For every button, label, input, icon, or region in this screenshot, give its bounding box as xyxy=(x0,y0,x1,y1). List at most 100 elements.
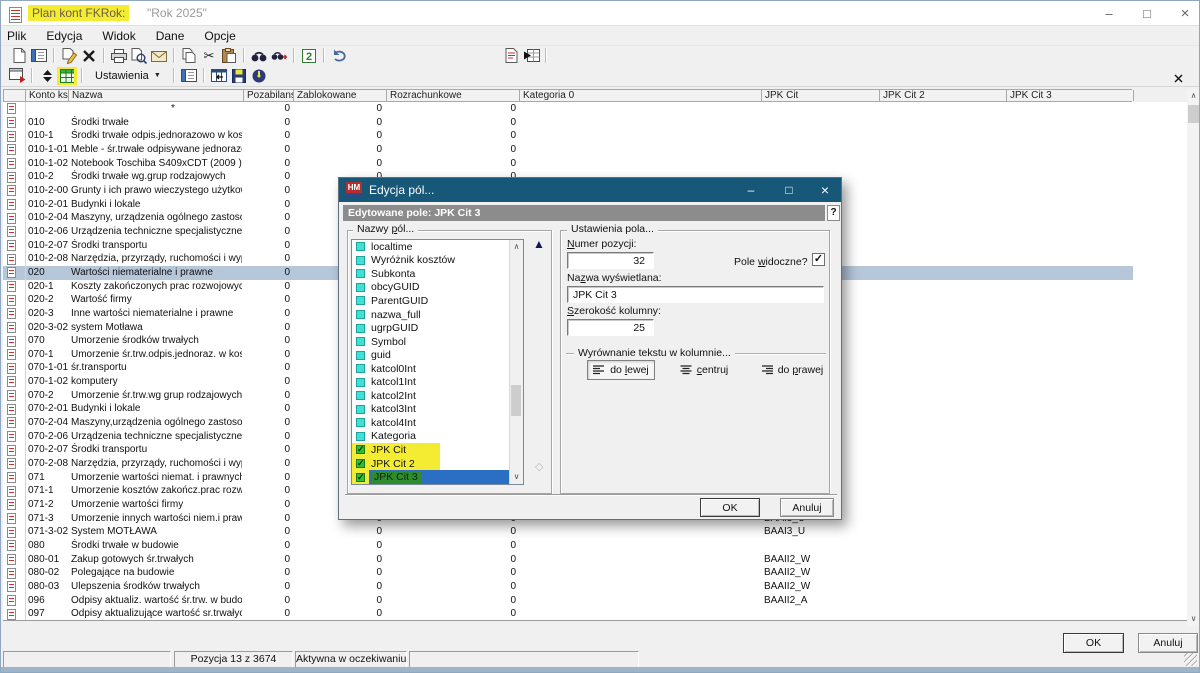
delete-button[interactable] xyxy=(79,47,99,65)
table-row[interactable]: 097 Odpisy aktualizujące wartość sr.trwa… xyxy=(3,607,1133,621)
dialog-close-icon[interactable] xyxy=(813,182,837,198)
close-panel-button[interactable] xyxy=(1174,70,1183,88)
menu-edycja[interactable]: Edycja xyxy=(36,29,92,43)
table-row[interactable]: 080-01 Zakup gotowych śr.trwałych 0 0 0 … xyxy=(3,553,1133,567)
field-list-item[interactable]: katcol4Int xyxy=(352,416,523,430)
scroll-up-icon[interactable] xyxy=(1187,89,1200,103)
new-document-button[interactable] xyxy=(9,47,29,65)
resize-grip[interactable] xyxy=(1184,653,1197,666)
excel-export-button[interactable]: 2 xyxy=(299,47,319,65)
form-run-button[interactable] xyxy=(7,67,27,85)
move-field-up-icon[interactable]: ▲ xyxy=(533,237,545,251)
field-list-item[interactable]: guid xyxy=(352,348,523,362)
close-icon[interactable] xyxy=(1171,4,1199,23)
paste-button[interactable] xyxy=(219,47,239,65)
dialog-maximize-icon[interactable] xyxy=(777,182,801,198)
menu-opcje[interactable]: Opcje xyxy=(194,29,245,43)
dialog-minimize-icon[interactable] xyxy=(739,182,763,198)
scroll-down-icon[interactable] xyxy=(1187,612,1200,626)
column-header-jpk-cit-3[interactable]: JPK Cit 3 xyxy=(1007,90,1134,101)
help-button[interactable]: ? xyxy=(827,205,840,221)
field-list-item[interactable]: Wyróżnik kosztów xyxy=(352,254,523,268)
field-list-item[interactable]: ParentGUID xyxy=(352,294,523,308)
column-header-icon[interactable] xyxy=(4,90,26,101)
menu-plik[interactable]: Plik xyxy=(7,29,36,43)
scrollbar-thumb[interactable] xyxy=(511,385,521,416)
table-row[interactable]: 080 Środki trwałe w budowie 0 0 0 xyxy=(3,539,1133,553)
table-vertical-scrollbar[interactable] xyxy=(1187,89,1200,626)
column-header-zablokowane[interactable]: Zablokowane xyxy=(294,90,387,101)
column-header-konto-ksi-[interactable]: Konto ksi...▽ xyxy=(26,90,69,101)
align-right-button[interactable]: do prawej xyxy=(760,360,824,380)
position-input[interactable] xyxy=(567,252,654,269)
field-list-item[interactable]: Kategoria xyxy=(352,430,523,444)
find-next-button[interactable] xyxy=(269,47,289,65)
move-field-down-icon[interactable]: ◇ xyxy=(535,460,543,473)
field-list-item[interactable]: katcol0Int xyxy=(352,362,523,376)
dialog-ok-button[interactable]: OK xyxy=(700,498,760,517)
table-row[interactable]: 010-1-01 Meble - śr.trwałe odpisywane je… xyxy=(3,143,1133,157)
column-width-input[interactable] xyxy=(567,319,654,336)
table-row[interactable]: 010-1-02 Notebook Toschiba S409xCDT (200… xyxy=(3,157,1133,171)
field-list-item[interactable]: katcol2Int xyxy=(352,389,523,403)
send-mail-button[interactable] xyxy=(149,47,169,65)
properties-button[interactable] xyxy=(29,47,49,65)
menu-dane[interactable]: Dane xyxy=(146,29,195,43)
maximize-icon[interactable] xyxy=(1133,4,1161,23)
display-name-input[interactable] xyxy=(567,286,824,303)
field-list-item[interactable]: nazwa_full xyxy=(352,308,523,322)
field-list-item[interactable]: Subkonta xyxy=(352,267,523,281)
visible-checkbox[interactable] xyxy=(812,253,825,266)
undo-button[interactable] xyxy=(329,47,349,65)
choose-columns-button[interactable] xyxy=(57,67,77,85)
table-row[interactable]: 096 Odpisy aktualiz. wartość śr.trw. w b… xyxy=(3,594,1133,608)
align-left-button[interactable]: do lewej xyxy=(587,360,655,380)
table-start-button[interactable] xyxy=(249,67,269,85)
column-header-rozrachunkowe[interactable]: Rozrachunkowe xyxy=(387,90,520,101)
scrollbar-thumb[interactable] xyxy=(1188,105,1199,123)
table-row[interactable]: 080-03 Ulepszenia środków trwałych 0 0 0… xyxy=(3,580,1133,594)
print-button[interactable] xyxy=(109,47,129,65)
print-preview-button[interactable] xyxy=(129,47,149,65)
table-row[interactable]: * 0 0 0 xyxy=(3,102,1133,116)
field-list-item[interactable]: JPK Cit 2 xyxy=(352,457,523,471)
view-properties-button[interactable] xyxy=(179,67,199,85)
column-header-jpk-cit[interactable]: JPK Cit xyxy=(762,90,880,101)
table-row[interactable]: 010 Środki trwałe 0 0 0 xyxy=(3,116,1133,130)
field-list-item[interactable]: JPK Cit 3 xyxy=(352,470,523,484)
minimize-icon[interactable] xyxy=(1095,4,1123,23)
table-row[interactable]: 010-1 Środki trwałe odpis.jednorazowo w … xyxy=(3,129,1133,143)
menu-widok[interactable]: Widok xyxy=(92,29,145,43)
find-button[interactable] xyxy=(249,47,269,65)
align-center-button[interactable]: centruj xyxy=(678,360,730,380)
field-list-item[interactable]: Symbol xyxy=(352,335,523,349)
sort-rows-button[interactable] xyxy=(37,67,57,85)
field-list-item[interactable]: katcol3Int xyxy=(352,403,523,417)
table-row[interactable]: 080-02 Polegające na budowie 0 0 0 BAAII… xyxy=(3,566,1133,580)
field-list-item[interactable]: JPK Cit xyxy=(352,443,523,457)
scroll-up-icon[interactable] xyxy=(510,240,523,254)
column-header-pozabilans-[interactable]: Pozabilans. xyxy=(244,90,294,101)
field-list-scrollbar[interactable] xyxy=(509,240,523,484)
dialog-cancel-button[interactable]: Anuluj xyxy=(780,498,834,517)
field-list-item[interactable]: katcol1Int xyxy=(352,375,523,389)
edit-button[interactable] xyxy=(59,47,79,65)
table-save-layout-button[interactable] xyxy=(229,67,249,85)
report-button[interactable] xyxy=(501,47,521,65)
field-list-item[interactable]: ugrpGUID xyxy=(352,321,523,335)
main-cancel-button[interactable]: Anuluj xyxy=(1138,633,1198,653)
main-ok-button[interactable]: OK xyxy=(1063,633,1124,653)
cell-konto: 070 xyxy=(28,334,72,348)
column-header-kategoria-0[interactable]: Kategoria 0 xyxy=(520,90,762,101)
table-export-button[interactable] xyxy=(521,47,541,65)
copy-button[interactable] xyxy=(179,47,199,65)
table-columns-left-button[interactable] xyxy=(209,67,229,85)
ustawienia-dropdown[interactable]: Ustawienia▼ xyxy=(89,68,167,84)
table-row[interactable]: 071-3-02 System MOTŁAWA 0 0 0 BAAI3_U xyxy=(3,525,1133,539)
scroll-down-icon[interactable] xyxy=(510,470,523,484)
field-list-item[interactable]: localtime xyxy=(352,240,523,254)
field-list-item[interactable]: obcyGUID xyxy=(352,281,523,295)
column-header-nazwa[interactable]: Nazwa xyxy=(69,90,244,101)
column-header-jpk-cit-2[interactable]: JPK Cit 2 xyxy=(880,90,1007,101)
cut-button[interactable]: ✂ xyxy=(199,47,219,65)
